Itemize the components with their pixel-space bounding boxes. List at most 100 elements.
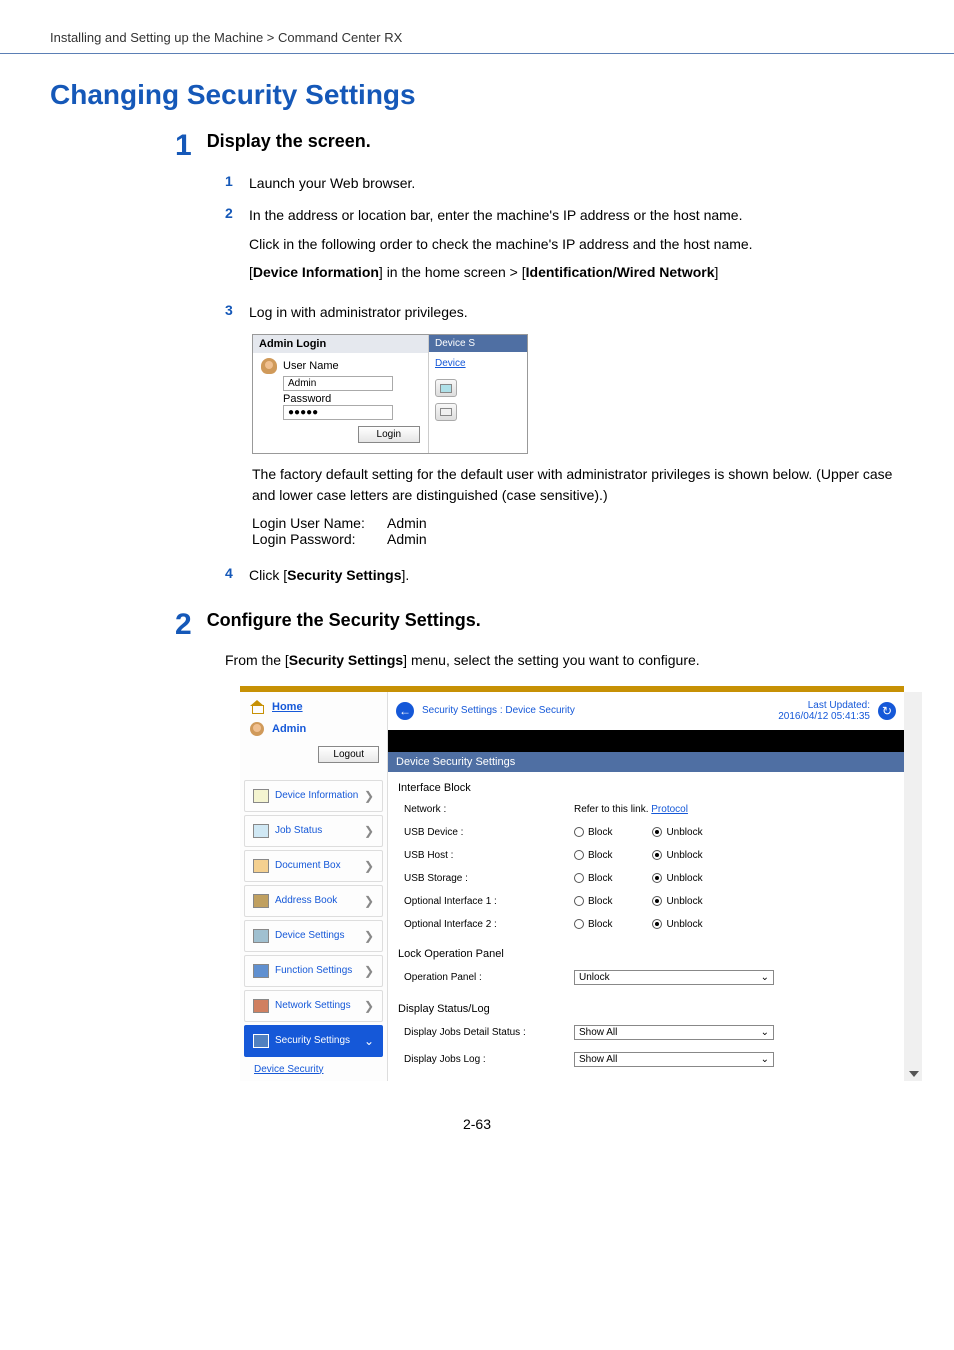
- page-title: Changing Security Settings: [50, 79, 954, 111]
- login-panel-title: Admin Login: [253, 335, 428, 353]
- logout-button[interactable]: Logout: [318, 746, 379, 763]
- sidebar-item-security-settings[interactable]: Security Settings⌄: [244, 1025, 383, 1057]
- setting-label: USB Host :: [404, 850, 574, 861]
- radio-block[interactable]: [574, 827, 584, 837]
- step-number-2: 2: [175, 610, 192, 640]
- chevron-down-icon: ⌄: [761, 972, 769, 983]
- substep-text: Log in with administrator privileges.: [249, 302, 954, 322]
- display-jobs-detail-select[interactable]: Show All⌄: [574, 1025, 774, 1040]
- monitor-icon: [435, 379, 457, 397]
- radio-block[interactable]: [574, 896, 584, 906]
- step-heading-1: Display the screen.: [207, 131, 371, 152]
- display-jobs-log-select[interactable]: Show All⌄: [574, 1052, 774, 1067]
- password-input[interactable]: ●●●●●: [283, 405, 393, 420]
- device-info-icon: [253, 789, 269, 803]
- sidebar-item-address-book[interactable]: Address Book❯: [244, 885, 383, 917]
- page-number: 2-63: [0, 1116, 954, 1162]
- operation-panel-select[interactable]: Unlock⌄: [574, 970, 774, 985]
- chevron-down-icon: ⌄: [761, 1027, 769, 1038]
- sidebar-sub-device-security[interactable]: Device Security: [240, 1060, 387, 1081]
- substep-text: In the address or location bar, enter th…: [249, 205, 954, 290]
- setting-label: Display Jobs Detail Status :: [404, 1027, 574, 1038]
- login-password-label: Login Password:: [252, 531, 387, 547]
- substep-text: Click [Security Settings].: [249, 565, 954, 585]
- sidebar-item-device-information[interactable]: Device Information❯: [244, 780, 383, 812]
- substep-line: Click in the following order to check th…: [249, 234, 899, 254]
- factory-default-text: The factory default setting for the defa…: [252, 464, 954, 505]
- group-interface-block: Interface Block: [396, 772, 896, 800]
- chevron-right-icon: ❯: [364, 964, 374, 978]
- chevron-right-icon: ❯: [364, 859, 374, 873]
- setting-label: USB Storage :: [404, 873, 574, 884]
- sidebar-home[interactable]: Home: [272, 701, 303, 713]
- last-updated-value: 2016/04/12 05:41:35: [778, 711, 870, 722]
- document-box-icon: [253, 859, 269, 873]
- login-password-value: Admin: [387, 531, 427, 547]
- step-2-body: From the [Security Settings] menu, selec…: [225, 650, 954, 670]
- setting-label-network: Network :: [404, 804, 574, 815]
- sidebar-item-device-settings[interactable]: Device Settings❯: [244, 920, 383, 952]
- webui-screenshot: Home Admin Logout Device Information❯ Jo…: [240, 686, 904, 1081]
- radio-block[interactable]: [574, 919, 584, 929]
- setting-label: Optional Interface 1 :: [404, 896, 574, 907]
- step-heading-2: Configure the Security Settings.: [207, 610, 481, 631]
- radio-unblock[interactable]: [652, 919, 662, 929]
- user-icon: [261, 358, 277, 374]
- setting-label: USB Device :: [404, 827, 574, 838]
- login-panel-screenshot: Admin Login User Name Admin Password ●●●…: [252, 334, 528, 454]
- last-updated-label: Last Updated:: [808, 700, 870, 711]
- group-lock-panel: Lock Operation Panel: [396, 938, 896, 966]
- substep-line: In the address or location bar, enter th…: [249, 205, 899, 225]
- protocol-link[interactable]: Protocol: [651, 804, 688, 815]
- sidebar-item-job-status[interactable]: Job Status❯: [244, 815, 383, 847]
- radio-block[interactable]: [574, 850, 584, 860]
- refresh-icon[interactable]: ↻: [878, 702, 896, 720]
- setting-label: Display Jobs Log :: [404, 1054, 574, 1065]
- chevron-down-icon: ⌄: [761, 1054, 769, 1065]
- main-divider: [388, 730, 904, 752]
- radio-block[interactable]: [574, 873, 584, 883]
- sidebar-admin: Admin: [272, 723, 306, 735]
- sidebar-item-document-box[interactable]: Document Box❯: [244, 850, 383, 882]
- function-settings-icon: [253, 964, 269, 978]
- login-username-label: Login User Name:: [252, 515, 387, 531]
- sidebar-item-network-settings[interactable]: Network Settings❯: [244, 990, 383, 1022]
- sidebar-item-function-settings[interactable]: Function Settings❯: [244, 955, 383, 987]
- main-breadcrumb: Security Settings : Device Security: [422, 705, 575, 716]
- substep-num: 2: [225, 205, 237, 221]
- substep-text: Launch your Web browser.: [249, 173, 954, 193]
- device-header: Device S: [429, 335, 527, 352]
- printer-icon: [435, 403, 457, 421]
- home-icon: [250, 700, 266, 714]
- substep-num: 3: [225, 302, 237, 318]
- back-icon[interactable]: ←: [396, 702, 414, 720]
- radio-unblock[interactable]: [652, 896, 662, 906]
- chevron-down-icon: ⌄: [364, 1034, 374, 1048]
- substep-num: 4: [225, 565, 237, 581]
- radio-unblock[interactable]: [652, 873, 662, 883]
- username-label: User Name: [283, 360, 339, 372]
- login-button[interactable]: Login: [358, 426, 420, 443]
- address-book-icon: [253, 894, 269, 908]
- step-number-1: 1: [175, 131, 192, 161]
- scrollbar[interactable]: [904, 692, 922, 1081]
- user-icon: [250, 722, 264, 736]
- login-username-value: Admin: [387, 515, 427, 531]
- section-title: Device Security Settings: [388, 752, 904, 772]
- chevron-right-icon: ❯: [364, 999, 374, 1013]
- setting-text: Refer to this link.: [574, 804, 648, 815]
- username-input[interactable]: Admin: [283, 376, 393, 391]
- chevron-right-icon: ❯: [364, 789, 374, 803]
- chevron-right-icon: ❯: [364, 929, 374, 943]
- setting-label: Optional Interface 2 :: [404, 919, 574, 930]
- group-display-status: Display Status/Log: [396, 993, 896, 1021]
- chevron-right-icon: ❯: [364, 824, 374, 838]
- job-status-icon: [253, 824, 269, 838]
- radio-unblock[interactable]: [652, 850, 662, 860]
- sidebar: Home Admin Logout Device Information❯ Jo…: [240, 692, 388, 1081]
- device-link[interactable]: Device: [429, 352, 527, 375]
- radio-unblock[interactable]: [652, 827, 662, 837]
- password-label: Password: [283, 393, 420, 405]
- chevron-right-icon: ❯: [364, 894, 374, 908]
- main-panel: ← Security Settings : Device Security La…: [388, 692, 904, 1081]
